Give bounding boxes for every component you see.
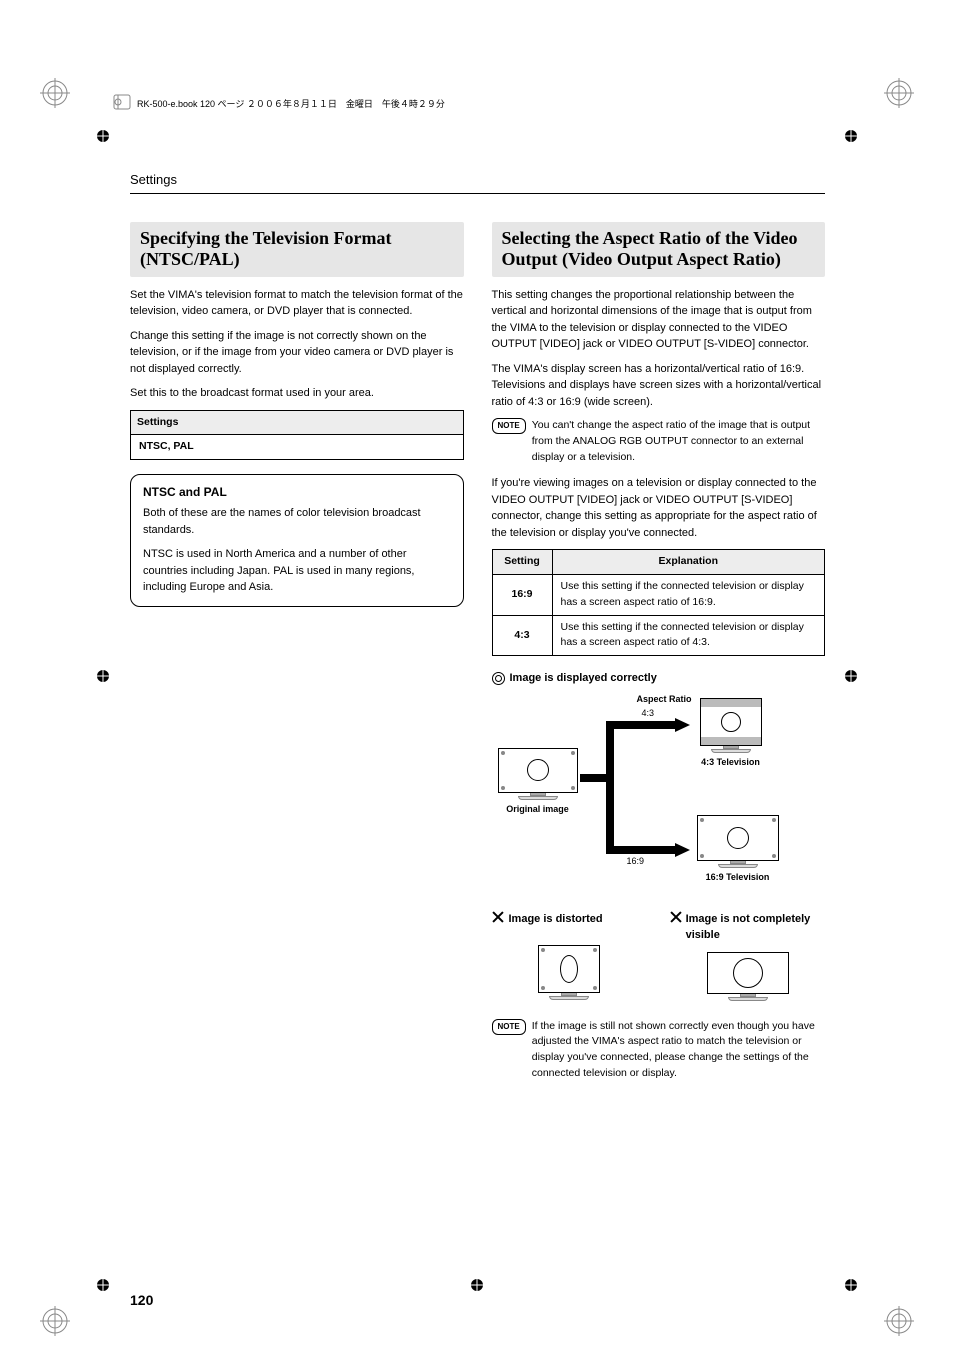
ntsc-callout-p1: Both of these are the names of color tel…	[143, 505, 451, 538]
right-heading: Selecting the Aspect Ratio of the Video …	[492, 222, 826, 277]
ratio-43-label: 4:3	[642, 707, 655, 721]
bad-distorted: Image is distorted	[492, 911, 647, 1001]
monitor-43: 4:3 Television	[700, 698, 762, 770]
aspect-key-43: 4:3	[492, 615, 552, 656]
table-row: 4:3 Use this setting if the connected te…	[492, 615, 825, 656]
right-column: Selecting the Aspect Ratio of the Video …	[492, 222, 826, 1092]
table-row: 16:9 Use this setting if the connected t…	[492, 575, 825, 616]
aspect-val-169: Use this setting if the connected televi…	[552, 575, 825, 616]
note-1-text: You can't change the aspect ratio of the…	[532, 418, 825, 465]
tv43-caption: 4:3 Television	[701, 756, 760, 770]
left-column: Specifying the Television Format (NTSC/P…	[130, 222, 464, 1092]
monitor-distorted	[538, 945, 600, 1000]
reg-inner-bl	[95, 1277, 111, 1293]
reg-inner-bm	[469, 1277, 485, 1293]
bad-cropped-label: Image is not completely visible	[686, 911, 825, 944]
x-icon	[670, 911, 680, 923]
aspect-key-169: 16:9	[492, 575, 552, 616]
ntsc-callout-title: NTSC and PAL	[143, 483, 451, 501]
framemaker-header: RK-500-e.book 120 ページ ２００６年８月１１日 金曜日 午後４…	[113, 93, 841, 116]
left-p2: Change this setting if the image is not …	[130, 328, 464, 378]
framemaker-filename: RK-500-e.book 120 ページ ２００６年８月１１日 金曜日 午後４…	[137, 98, 445, 112]
reg-inner-tr	[843, 128, 859, 144]
note-1: NOTE You can't change the aspect ratio o…	[492, 418, 826, 465]
x-icon	[492, 911, 504, 923]
reg-outer-bl	[40, 1306, 70, 1336]
monitor-169: 16:9 Television	[697, 815, 779, 885]
reg-outer-tl	[40, 78, 70, 108]
monitor-cropped	[707, 952, 789, 1001]
right-p1: This setting changes the proportional re…	[492, 287, 826, 353]
bad-cropped: Image is not completely visible	[670, 911, 825, 1001]
tv169-caption: 16:9 Television	[706, 871, 770, 885]
ntsc-callout-p2: NTSC is used in North America and a numb…	[143, 546, 451, 596]
note-2-text: If the image is still not shown correctl…	[532, 1019, 825, 1082]
left-p3: Set this to the broadcast format used in…	[130, 385, 464, 402]
note-badge: NOTE	[492, 418, 526, 434]
diagram-correct-head: Image is displayed correctly	[492, 670, 826, 687]
reg-inner-tl	[95, 128, 111, 144]
reg-inner-ml	[95, 668, 111, 684]
aspect-diagram: Image is displayed correctly Aspect Rati…	[492, 670, 826, 1001]
monitor-original: Original image	[498, 748, 578, 817]
diagram-bad-row: Image is distorted	[492, 911, 826, 1001]
diagram-correct-label: Image is displayed correctly	[510, 670, 657, 687]
flow-arrows-icon	[580, 705, 695, 880]
ntsc-settings-table: Settings NTSC, PAL	[130, 410, 464, 461]
note-2: NOTE If the image is still not shown cor…	[492, 1019, 826, 1082]
right-p2: The VIMA's display screen has a horizont…	[492, 361, 826, 411]
original-caption: Original image	[506, 803, 569, 817]
section-rule	[130, 193, 825, 194]
section-label: Settings	[130, 170, 825, 190]
note-badge: NOTE	[492, 1019, 526, 1035]
ntsc-table-header: Settings	[131, 410, 464, 435]
aspect-th-explanation: Explanation	[552, 550, 825, 575]
ntsc-callout: NTSC and PAL Both of these are the names…	[130, 474, 464, 607]
page-number: 120	[130, 1290, 153, 1311]
reg-outer-tr	[884, 78, 914, 108]
reg-outer-br	[884, 1306, 914, 1336]
diagram-canvas: Aspect Ratio Original image	[492, 693, 826, 893]
reg-inner-br	[843, 1277, 859, 1293]
aspect-val-43: Use this setting if the connected televi…	[552, 615, 825, 656]
aspect-th-setting: Setting	[492, 550, 552, 575]
right-p3: If you're viewing images on a television…	[492, 475, 826, 541]
book-icon	[113, 93, 131, 116]
ntsc-table-value: NTSC, PAL	[131, 435, 464, 460]
left-heading: Specifying the Television Format (NTSC/P…	[130, 222, 464, 277]
bad-distorted-label: Image is distorted	[509, 911, 603, 928]
aspect-settings-table: Setting Explanation 16:9 Use this settin…	[492, 549, 826, 656]
reg-inner-mr	[843, 668, 859, 684]
ratio-169-label: 16:9	[627, 855, 645, 869]
left-p1: Set the VIMA's television format to matc…	[130, 287, 464, 320]
page-body: Settings Specifying the Television Forma…	[130, 170, 825, 1092]
correct-icon	[492, 672, 505, 685]
